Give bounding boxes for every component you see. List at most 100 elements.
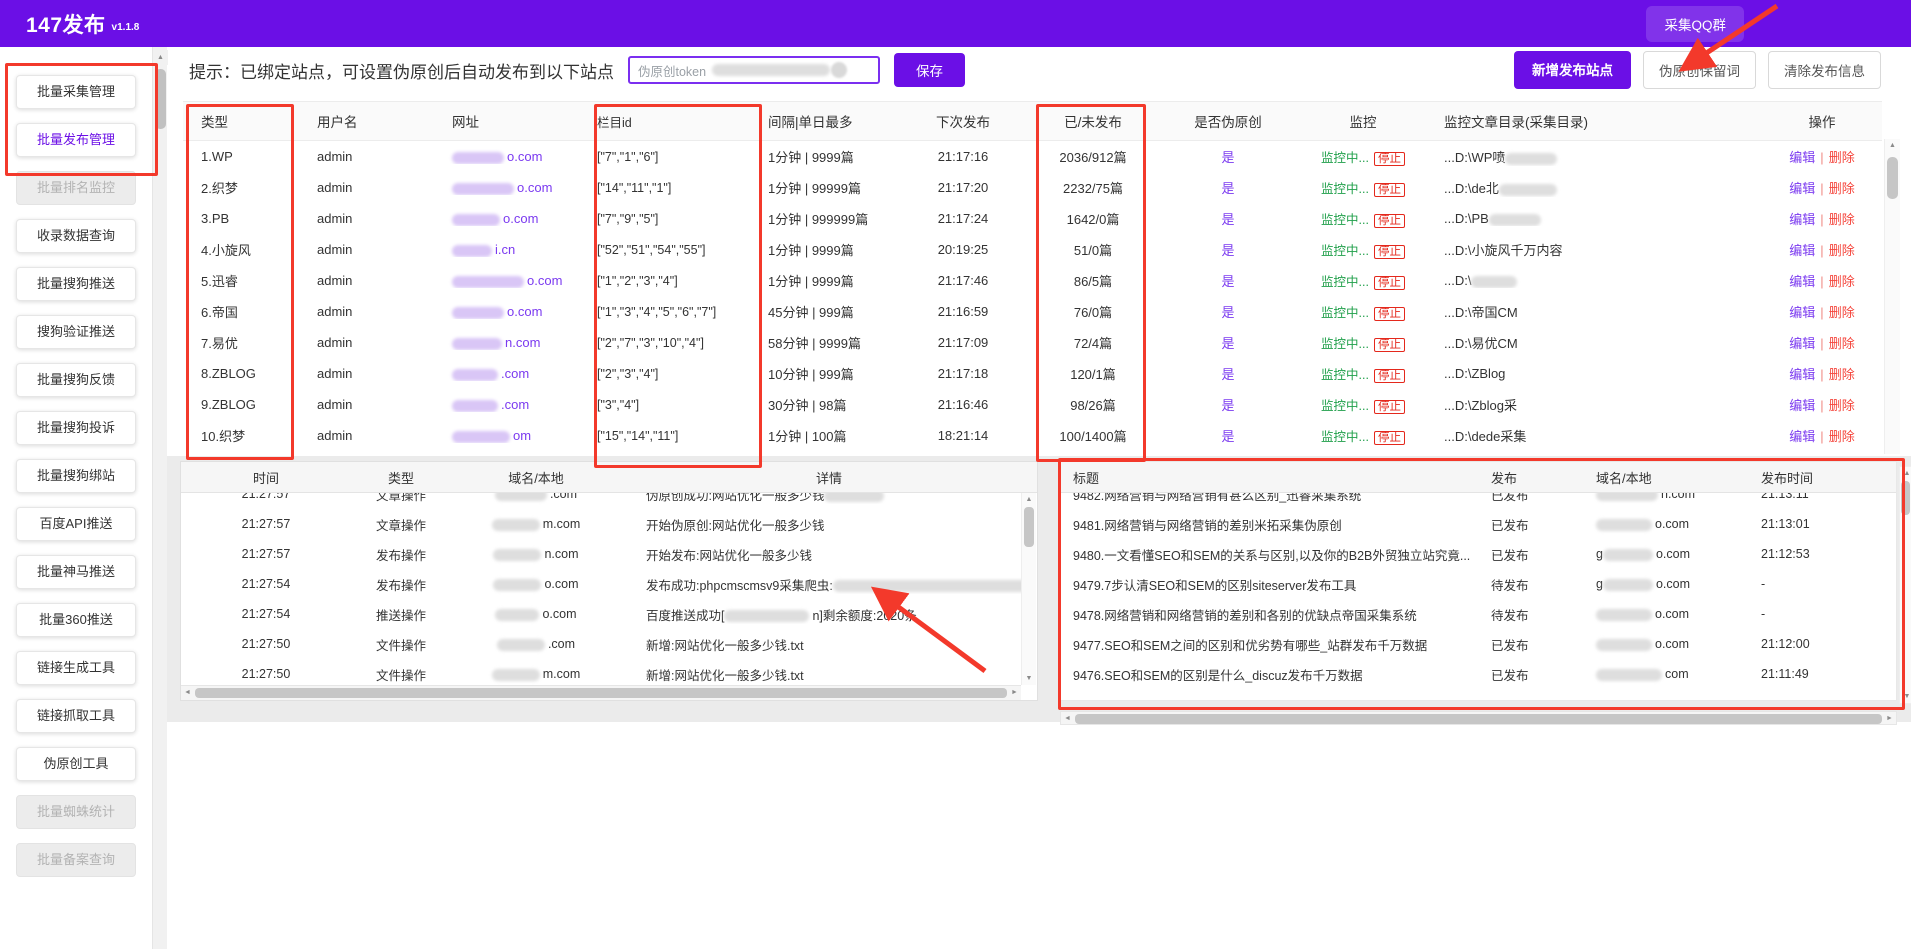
add-publish-site-button[interactable]: 新增发布站点 [1514,51,1631,89]
edit-link[interactable]: 编辑 [1789,150,1815,165]
sidebar-item[interactable]: 搜狗验证推送 [16,315,136,349]
scroll-right-icon[interactable]: ► [1883,712,1896,726]
delete-link[interactable]: 删除 [1829,429,1855,444]
sidebar-item[interactable]: 批量搜狗推送 [16,267,136,301]
article-vertical-scrollbar[interactable]: ▲ ▼ [1899,466,1911,704]
sidebar-item[interactable]: 批量发布管理 [16,123,136,157]
scroll-up-icon[interactable]: ▲ [153,50,168,65]
stop-button[interactable]: 停止 [1374,400,1405,414]
pseudo-toggle[interactable]: 是 [1221,305,1234,320]
scroll-up-icon[interactable]: ▲ [1900,467,1911,480]
site-url-link[interactable]: o.com [507,149,542,164]
scroll-down-icon[interactable]: ▼ [1022,672,1036,685]
edit-link[interactable]: 编辑 [1789,274,1815,289]
monitoring-link[interactable]: 监控中... [1321,213,1369,227]
monitoring-link[interactable]: 监控中... [1321,430,1369,444]
delete-link[interactable]: 删除 [1829,212,1855,227]
log-horizontal-scrollbar[interactable]: ◄ ► [181,685,1021,700]
clear-publish-info-button[interactable]: 清除发布信息 [1768,51,1881,89]
monitoring-link[interactable]: 监控中... [1321,399,1369,413]
edit-link[interactable]: 编辑 [1789,243,1815,258]
pseudo-toggle[interactable]: 是 [1221,212,1234,227]
site-url-link[interactable]: .com [501,397,529,412]
save-button[interactable]: 保存 [894,53,965,87]
edit-link[interactable]: 编辑 [1789,336,1815,351]
sidebar-item[interactable]: 批量神马推送 [16,555,136,589]
monitoring-link[interactable]: 监控中... [1321,306,1369,320]
pseudo-reserved-words-button[interactable]: 伪原创保留词 [1643,51,1756,89]
monitoring-link[interactable]: 监控中... [1321,151,1369,165]
edit-link[interactable]: 编辑 [1789,181,1815,196]
sidebar-item[interactable]: 批量采集管理 [16,75,136,109]
scrollbar-thumb[interactable] [1901,481,1910,515]
site-url-link[interactable]: o.com [503,211,538,226]
edit-link[interactable]: 编辑 [1789,212,1815,227]
pseudo-toggle[interactable]: 是 [1221,367,1234,382]
edit-link[interactable]: 编辑 [1789,305,1815,320]
sidebar-item[interactable]: 百度API推送 [16,507,136,541]
pseudo-toggle[interactable]: 是 [1221,243,1234,258]
sidebar-item[interactable]: 伪原创工具 [16,747,136,781]
site-url-link[interactable]: o.com [507,304,542,319]
log-vertical-scrollbar[interactable]: ▲ ▼ [1021,493,1036,685]
stop-button[interactable]: 停止 [1374,214,1405,228]
sidebar-item[interactable]: 链接抓取工具 [16,699,136,733]
sidebar-item[interactable]: 批量搜狗绑站 [16,459,136,493]
delete-link[interactable]: 删除 [1829,274,1855,289]
delete-link[interactable]: 删除 [1829,367,1855,382]
stop-button[interactable]: 停止 [1374,369,1405,383]
scroll-down-icon[interactable]: ▼ [1900,690,1911,703]
site-url-link[interactable]: i.cn [495,242,515,257]
scrollbar-thumb[interactable] [155,69,166,129]
sidebar-item[interactable]: 链接生成工具 [16,651,136,685]
scroll-up-icon[interactable]: ▲ [1885,139,1900,153]
sidebar-item[interactable]: 批量360推送 [16,603,136,637]
pseudo-toggle[interactable]: 是 [1221,429,1234,444]
scrollbar-thumb[interactable] [1024,507,1034,547]
scroll-left-icon[interactable]: ◄ [1061,712,1074,726]
delete-link[interactable]: 删除 [1829,181,1855,196]
monitoring-link[interactable]: 监控中... [1321,337,1369,351]
stop-button[interactable]: 停止 [1374,338,1405,352]
qq-group-button[interactable]: 采集QQ群 [1646,6,1744,42]
sidebar-item[interactable]: 收录数据查询 [16,219,136,253]
stop-button[interactable]: 停止 [1374,183,1405,197]
scroll-up-icon[interactable]: ▲ [1022,493,1036,506]
article-horizontal-scrollbar[interactable]: ◄ ► [1060,711,1897,725]
pseudo-toggle[interactable]: 是 [1221,336,1234,351]
pseudo-toggle[interactable]: 是 [1221,398,1234,413]
monitoring-link[interactable]: 监控中... [1321,182,1369,196]
site-url-link[interactable]: o.com [517,180,552,195]
monitoring-link[interactable]: 监控中... [1321,368,1369,382]
stop-button[interactable]: 停止 [1374,245,1405,259]
delete-link[interactable]: 删除 [1829,243,1855,258]
pseudo-token-input[interactable]: 伪原创token [628,56,880,84]
site-url-link[interactable]: om [513,428,531,443]
delete-link[interactable]: 删除 [1829,305,1855,320]
pseudo-toggle[interactable]: 是 [1221,274,1234,289]
pseudo-toggle[interactable]: 是 [1221,150,1234,165]
stop-button[interactable]: 停止 [1374,152,1405,166]
site-url-link[interactable]: o.com [527,273,562,288]
stop-button[interactable]: 停止 [1374,431,1405,445]
edit-link[interactable]: 编辑 [1789,429,1815,444]
delete-link[interactable]: 删除 [1829,150,1855,165]
scroll-right-icon[interactable]: ► [1008,686,1021,700]
edit-link[interactable]: 编辑 [1789,367,1815,382]
edit-link[interactable]: 编辑 [1789,398,1815,413]
scrollbar-thumb[interactable] [1887,157,1898,199]
stop-button[interactable]: 停止 [1374,307,1405,321]
monitoring-link[interactable]: 监控中... [1321,244,1369,258]
main-vertical-scrollbar[interactable]: ▲ [152,47,167,949]
sidebar-item[interactable]: 批量搜狗投诉 [16,411,136,445]
sites-table-scrollbar[interactable]: ▲ [1884,139,1900,454]
delete-link[interactable]: 删除 [1829,336,1855,351]
delete-link[interactable]: 删除 [1829,398,1855,413]
pseudo-toggle[interactable]: 是 [1221,181,1234,196]
scroll-left-icon[interactable]: ◄ [181,686,194,700]
scrollbar-thumb[interactable] [1075,714,1882,724]
stop-button[interactable]: 停止 [1374,276,1405,290]
scrollbar-thumb[interactable] [195,688,1007,698]
site-url-link[interactable]: n.com [505,335,540,350]
site-url-link[interactable]: .com [501,366,529,381]
